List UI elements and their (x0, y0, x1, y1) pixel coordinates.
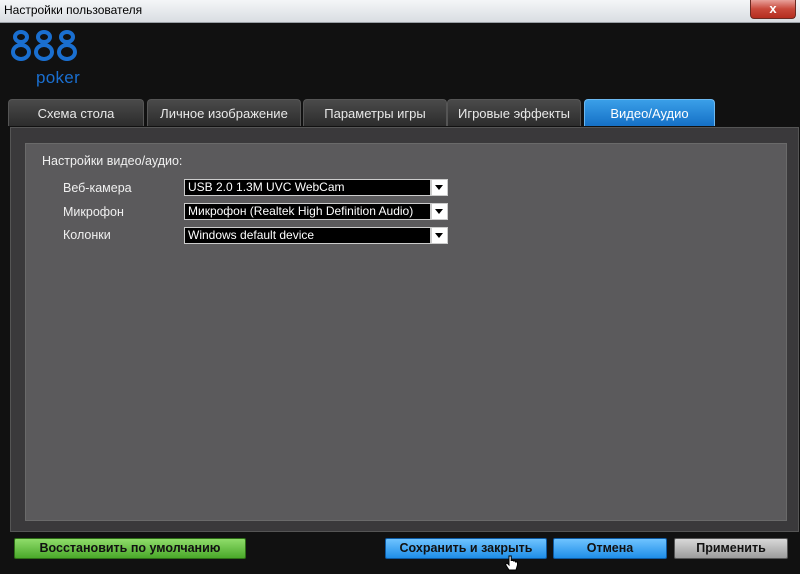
tab-content-panel: Настройки видео/аудио: Веб-камера USB 2.… (10, 127, 799, 532)
microphone-select[interactable]: Микрофон (Realtek High Definition Audio) (184, 203, 431, 220)
tab-video-audio[interactable]: Видео/Аудио (584, 99, 715, 126)
save-and-close-button[interactable]: Сохранить и закрыть (385, 538, 547, 559)
chevron-down-icon[interactable] (431, 227, 448, 244)
tab-table-scheme[interactable]: Схема стола (8, 99, 144, 126)
speakers-label: Колонки (63, 228, 111, 242)
microphone-label: Микрофон (63, 205, 124, 219)
apply-button[interactable]: Применить (674, 538, 788, 559)
close-icon: x (769, 1, 777, 16)
webcam-select[interactable]: USB 2.0 1.3M UVC WebCam (184, 179, 431, 196)
settings-window: Настройки пользователя x poker Схема сто… (0, 0, 800, 574)
tab-personal-image[interactable]: Личное изображение (147, 99, 301, 126)
webcam-label: Веб-камера (63, 181, 132, 195)
window-title: Настройки пользователя (4, 3, 143, 17)
speakers-select[interactable]: Windows default device (184, 227, 431, 244)
section-title: Настройки видео/аудио: (42, 154, 183, 168)
hand-cursor-icon (504, 555, 518, 571)
logo-word: poker (36, 68, 81, 87)
video-audio-settings: Настройки видео/аудио: Веб-камера USB 2.… (25, 143, 787, 521)
chevron-down-icon[interactable] (431, 203, 448, 220)
tab-game-settings[interactable]: Параметры игры (303, 99, 447, 126)
cancel-button[interactable]: Отмена (553, 538, 667, 559)
title-bar[interactable]: Настройки пользователя x (0, 0, 800, 23)
restore-defaults-button[interactable]: Восстановить по умолчанию (14, 538, 246, 559)
chevron-down-icon[interactable] (431, 179, 448, 196)
tab-game-effects[interactable]: Игровые эффекты (447, 99, 581, 126)
close-button[interactable]: x (750, 0, 796, 19)
888poker-logo: poker (10, 30, 90, 92)
logo-digits (10, 30, 79, 66)
